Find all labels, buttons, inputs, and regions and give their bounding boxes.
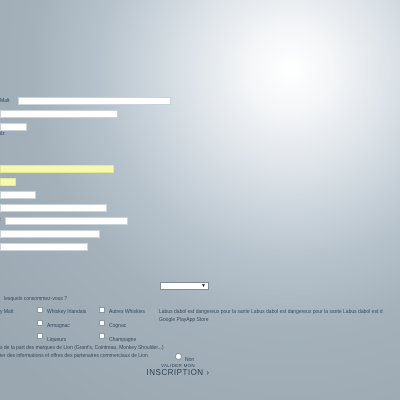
checkbox-champagne[interactable]: [99, 333, 105, 339]
text-field-6[interactable]: [5, 217, 128, 225]
checkbox-cognac[interactable]: [99, 320, 105, 326]
text-field-2[interactable]: [0, 110, 118, 118]
spirit-label-1: Whiskey Irlandais: [47, 309, 87, 315]
chevron-right-icon: ›: [206, 368, 210, 377]
chevron-down-icon: ▼: [201, 283, 206, 289]
submit-big-label: INSCRIPTION ›: [146, 368, 210, 377]
optin-partners-text: ier des informations et offres des parte…: [0, 353, 148, 359]
optin-brands-text: s de la part des marques de Lion (Grant'…: [0, 345, 164, 351]
checkbox-autres-whiskies[interactable]: [99, 307, 105, 313]
text-field-7[interactable]: [0, 230, 100, 238]
spirit-label-2: Autres Whiskies: [109, 309, 145, 315]
spirit-label-6: Champagne: [109, 337, 137, 343]
disclaimer-text: Labus dabol est dangereux pour la sante …: [159, 309, 383, 315]
submit-big-text: INSCRIPTION: [146, 368, 204, 377]
spirit-label-3: Armagnac: [47, 323, 70, 329]
spirit-label-5: Liqueurs: [47, 337, 67, 343]
checkbox-whiskey-irlandais[interactable]: [37, 307, 43, 313]
radio-non[interactable]: [175, 353, 182, 360]
spirit-label-4: Cognac: [109, 323, 127, 329]
partial-label: ilz: [0, 131, 5, 137]
text-field-highlighted-1[interactable]: [0, 165, 114, 173]
checkbox-armagnac[interactable]: [37, 320, 43, 326]
text-field-5[interactable]: [0, 204, 107, 212]
dropdown-select[interactable]: ▼: [160, 282, 209, 290]
spirits-question: lesquels consommez-vous ?: [4, 296, 68, 302]
malt-field-label: Malt: [0, 98, 10, 104]
app-store-text: Google PlayApp Store: [159, 317, 209, 323]
text-field-8[interactable]: [0, 243, 88, 251]
text-field-4[interactable]: [0, 191, 36, 199]
field-6-marker: :: [0, 217, 2, 223]
text-field-highlighted-2[interactable]: [0, 178, 16, 186]
spirit-label-0: y Malt: [0, 309, 14, 315]
text-field-1[interactable]: [18, 97, 171, 105]
submit-button[interactable]: VALIDER MON INSCRIPTION ›: [146, 363, 210, 377]
text-field-3[interactable]: [0, 123, 27, 131]
checkbox-liqueurs[interactable]: [37, 333, 43, 339]
